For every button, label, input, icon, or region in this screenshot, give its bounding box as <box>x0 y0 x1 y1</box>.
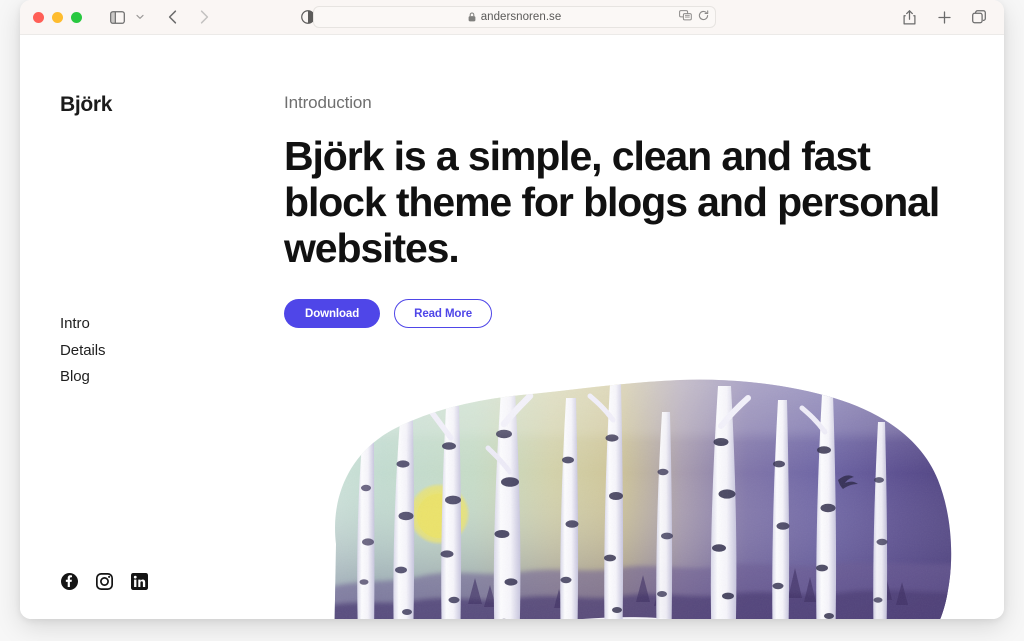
page-title: Björk is a simple, clean and fast block … <box>284 133 940 271</box>
read-more-button[interactable]: Read More <box>394 299 493 328</box>
url-text: andersnoren.se <box>480 11 562 23</box>
close-window-button[interactable] <box>33 11 44 23</box>
page-content: Björk Intro Details Blog Introduction Bj… <box>20 35 1004 619</box>
back-forward-group <box>159 5 217 29</box>
lock-icon <box>468 12 476 22</box>
back-arrow-icon[interactable] <box>159 5 185 29</box>
browser-toolbar: andersnoren.se <box>20 0 1004 35</box>
address-bar[interactable]: andersnoren.se <box>313 6 716 28</box>
hero-cta-row: Download Read More <box>284 299 1004 328</box>
toolbar-nav-group <box>104 5 217 29</box>
address-bar-actions <box>679 8 709 26</box>
window-traffic-lights <box>33 11 82 23</box>
zoom-window-button[interactable] <box>71 11 82 23</box>
sidebar-item-details[interactable]: Details <box>60 339 106 363</box>
minimize-window-button[interactable] <box>52 11 63 23</box>
linkedin-icon[interactable] <box>131 573 148 590</box>
forward-arrow-icon[interactable] <box>191 5 217 29</box>
plus-icon[interactable] <box>931 5 957 29</box>
tab-overview-icon[interactable] <box>966 5 992 29</box>
social-links <box>61 573 148 590</box>
browser-window: andersnoren.se Björk Intro Details Blog … <box>20 0 1004 619</box>
download-button[interactable]: Download <box>284 299 381 328</box>
extensions-icon[interactable] <box>679 8 692 26</box>
site-logo[interactable]: Björk <box>60 93 112 117</box>
sidebar-item-intro[interactable]: Intro <box>60 312 106 336</box>
address-bar-content: andersnoren.se <box>468 11 562 23</box>
chevron-down-icon[interactable] <box>132 5 147 29</box>
toolbar-right-actions <box>896 5 992 29</box>
hero-section: Introduction Björk is a simple, clean an… <box>284 35 1004 328</box>
sidebar-item-blog[interactable]: Blog <box>60 365 106 389</box>
hero-eyebrow: Introduction <box>284 93 372 112</box>
reload-icon[interactable] <box>698 8 709 26</box>
sidebar-icon[interactable] <box>104 5 130 29</box>
share-icon[interactable] <box>896 5 922 29</box>
hero-illustration <box>318 376 968 619</box>
site-nav: Intro Details Blog <box>60 312 106 389</box>
facebook-icon[interactable] <box>61 573 78 590</box>
instagram-icon[interactable] <box>96 573 113 590</box>
